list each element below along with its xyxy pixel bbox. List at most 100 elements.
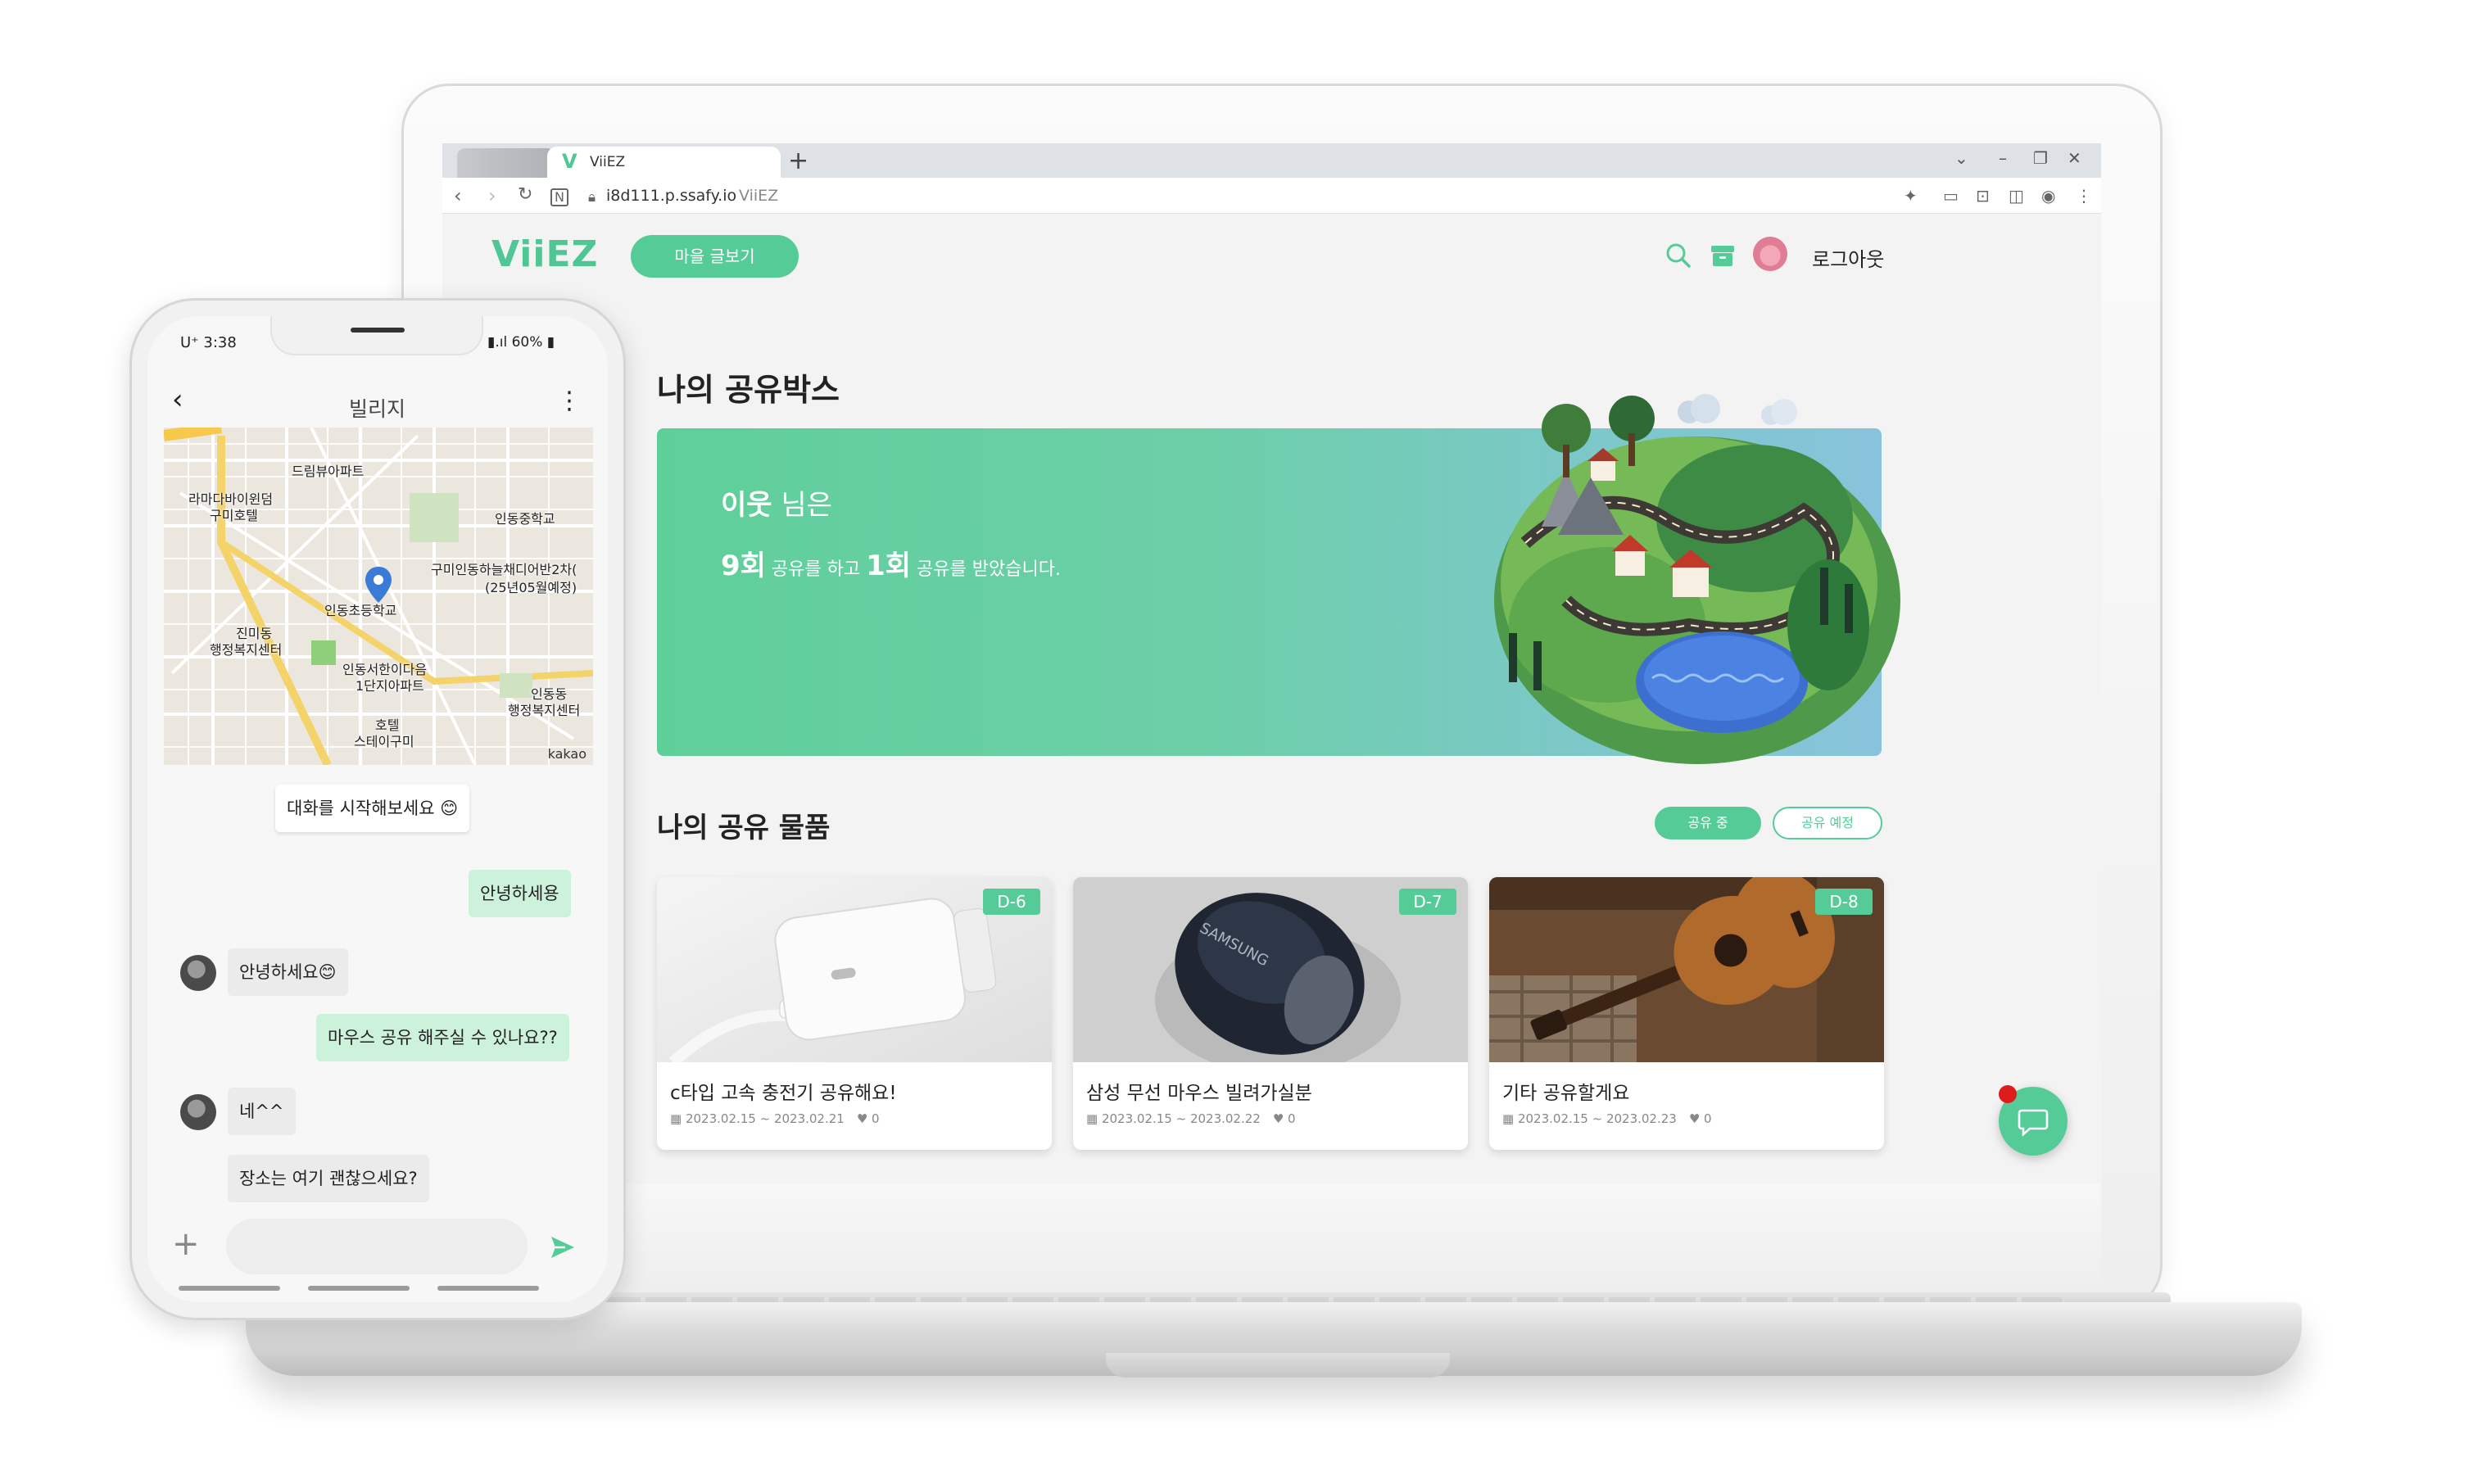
tab-search-icon[interactable]: ⌄ [1954,148,1968,168]
dday-badge: D-8 [1815,889,1873,915]
item-card[interactable]: D-8 기타 공유할게요 ▦ 2023.02.15 ~ 2023.02.23 ♥… [1489,877,1884,1150]
banner-greeting: 이웃 님은 [721,482,832,523]
card-period: 2023.02.15 ~ 2023.02.23 [1517,1111,1677,1126]
dday-badge: D-7 [1399,889,1456,915]
partner-message: 네^^ [228,1088,296,1135]
shared-text: 공유를 하고 [765,559,867,580]
location-map[interactable]: 드림뷰아파트 라마다바이윈덤 구미호텔 인동중학교 구미인동하늘채디어반2차( … [164,428,593,765]
new-tab-button[interactable]: + [788,147,808,175]
partner-message: 장소는 여기 괜찮으세요? [228,1155,429,1202]
back-arrow-icon[interactable]: ‹ [172,383,183,416]
map-label: 구미인동하늘채디어반2차( [431,562,577,577]
back-icon[interactable]: ‹ [454,184,462,207]
banner-stats: 9회 공유를 하고 1회 공유를 받았습니다. [721,543,1061,583]
card-likes: 0 [1704,1111,1712,1126]
system-message: 대화를 시작해보세요 😊 [275,785,470,832]
phone-notch [270,316,483,355]
cast-icon[interactable]: ▭ [1943,186,1959,206]
shared-count: 9회 [721,550,766,582]
browser-tab-active[interactable] [547,147,781,178]
map-label: 드림뷰아파트 [292,464,365,479]
chat-title: 빌리지 [349,397,406,421]
calendar-icon: ▦ [1502,1111,1518,1126]
send-icon[interactable] [549,1233,577,1261]
battery-percent: 60% [511,334,543,351]
signal-icon: ▮.ıl [487,334,512,351]
laptop-screen: V ViiEZ + ⌄ – ❐ ✕ ‹ › ↻ N 🔒︎ i8d111.p.ss… [442,143,2101,1183]
partner-avatar[interactable] [180,1094,216,1130]
item-card[interactable]: SAMSUNG D-7 삼성 무선 마우스 빌려가실분 ▦ 2023.02.15… [1073,877,1468,1150]
received-text: 공유를 받았습니다. [911,559,1061,580]
map-label: 행정복지센터 [210,642,283,658]
battery-icon: ▮ [542,334,555,351]
banner-user-name: 이웃 [721,489,772,522]
my-message: 마우스 공유 해주실 수 있나요?? [316,1014,569,1061]
card-likes: 0 [1288,1111,1296,1126]
card-period: 2023.02.15 ~ 2023.02.22 [1101,1111,1261,1126]
browser-tab-inactive[interactable] [457,148,555,178]
partner-message: 안녕하세요😊 [228,948,348,996]
dday-badge: D-6 [983,889,1040,915]
extension-puzzle-icon[interactable]: ✦ [1904,186,1918,206]
map-label: 인동중학교 [495,511,555,527]
calendar-icon: ▦ [1086,1111,1102,1126]
restore-icon[interactable]: ❐ [2033,148,2048,168]
nav-gesture-bar[interactable] [308,1286,410,1291]
phone-screen: U⁺ 3:38 ▮.ıl 60% ▮ ‹ 빌리지 ⋮ 드림뷰아파트 라마다바이윈… [147,316,608,1302]
sidepanel-icon[interactable]: ◫ [2009,186,2024,206]
items-title: 나의 공유 물품 [657,812,831,844]
heart-icon: ♥ [1676,1111,1705,1126]
notion-extension-icon[interactable]: N [550,188,568,206]
partner-avatar[interactable] [180,955,216,991]
card-meta: ▦ 2023.02.15 ~ 2023.02.21 ♥ 0 [670,1110,880,1127]
laptop-bezel-bottom [442,1183,2101,1282]
forward-icon[interactable]: › [488,184,496,207]
laptop-opening-notch [1106,1353,1450,1378]
more-options-icon[interactable]: ⋮ [557,387,582,415]
card-title: c타입 고속 충전기 공유해요! [670,1083,897,1104]
calendar-icon: ▦ [670,1111,686,1126]
user-avatar[interactable] [1753,237,1787,271]
card-meta: ▦ 2023.02.15 ~ 2023.02.23 ♥ 0 [1502,1110,1712,1127]
card-title: 기타 공유할게요 [1502,1083,1630,1104]
notification-dot [1999,1085,2017,1103]
card-likes: 0 [872,1111,880,1126]
card-period: 2023.02.15 ~ 2023.02.21 [685,1111,845,1126]
map-label: 인동초등학교 [324,603,397,618]
status-time: U⁺ 3:38 [180,334,237,351]
kebab-menu-icon[interactable]: ⋮ [2076,186,2092,206]
map-label: 행정복지센터 [508,703,581,718]
tab-favicon-icon: V [562,150,577,173]
brand-logo[interactable]: ViiEZ [491,233,598,275]
share-box-icon[interactable] [1709,242,1737,269]
map-label: 스테이구미 [354,734,414,749]
heart-icon: ♥ [1260,1111,1289,1126]
reload-icon[interactable]: ↻ [518,184,532,205]
logout-link[interactable]: 로그아웃 [1812,243,1884,272]
nav-gesture-bar[interactable] [437,1286,539,1291]
island-illustration [1494,394,1900,764]
minimize-icon[interactable]: – [1999,148,2007,168]
map-label: 구미호텔 [210,508,258,523]
card-meta: ▦ 2023.02.15 ~ 2023.02.22 ♥ 0 [1086,1110,1296,1127]
heart-icon: ♥ [844,1111,872,1126]
map-label: 1단지아파트 [356,678,424,694]
attach-plus-icon[interactable]: + [172,1225,200,1263]
filter-planned-pill[interactable]: 공유 예정 [1773,807,1882,839]
speaker-grille [351,328,405,333]
card-title: 삼성 무선 마우스 빌려가실분 [1086,1083,1312,1104]
item-card[interactable]: D-6 c타입 고속 충전기 공유해요! ▦ 2023.02.15 ~ 2023… [657,877,1052,1150]
nav-gesture-bar[interactable] [179,1286,280,1291]
lock-icon: 🔒︎ [588,189,596,206]
url-text[interactable]: i8d111.p.ssafy.io [606,187,736,205]
message-input[interactable] [226,1219,528,1274]
close-icon[interactable]: ✕ [2068,148,2081,168]
url-site-name: ViiEZ [739,187,779,205]
screenshot-icon[interactable]: ⊡ [1976,186,1990,206]
village-board-button[interactable]: 마을 글보기 [631,235,799,278]
search-icon[interactable] [1664,242,1692,269]
map-label: (25년05월예정) [485,580,577,595]
banner-honorific: 님은 [772,489,832,522]
filter-sharing-pill[interactable]: 공유 중 [1655,807,1761,839]
profile-icon[interactable]: ◉ [2041,186,2055,206]
